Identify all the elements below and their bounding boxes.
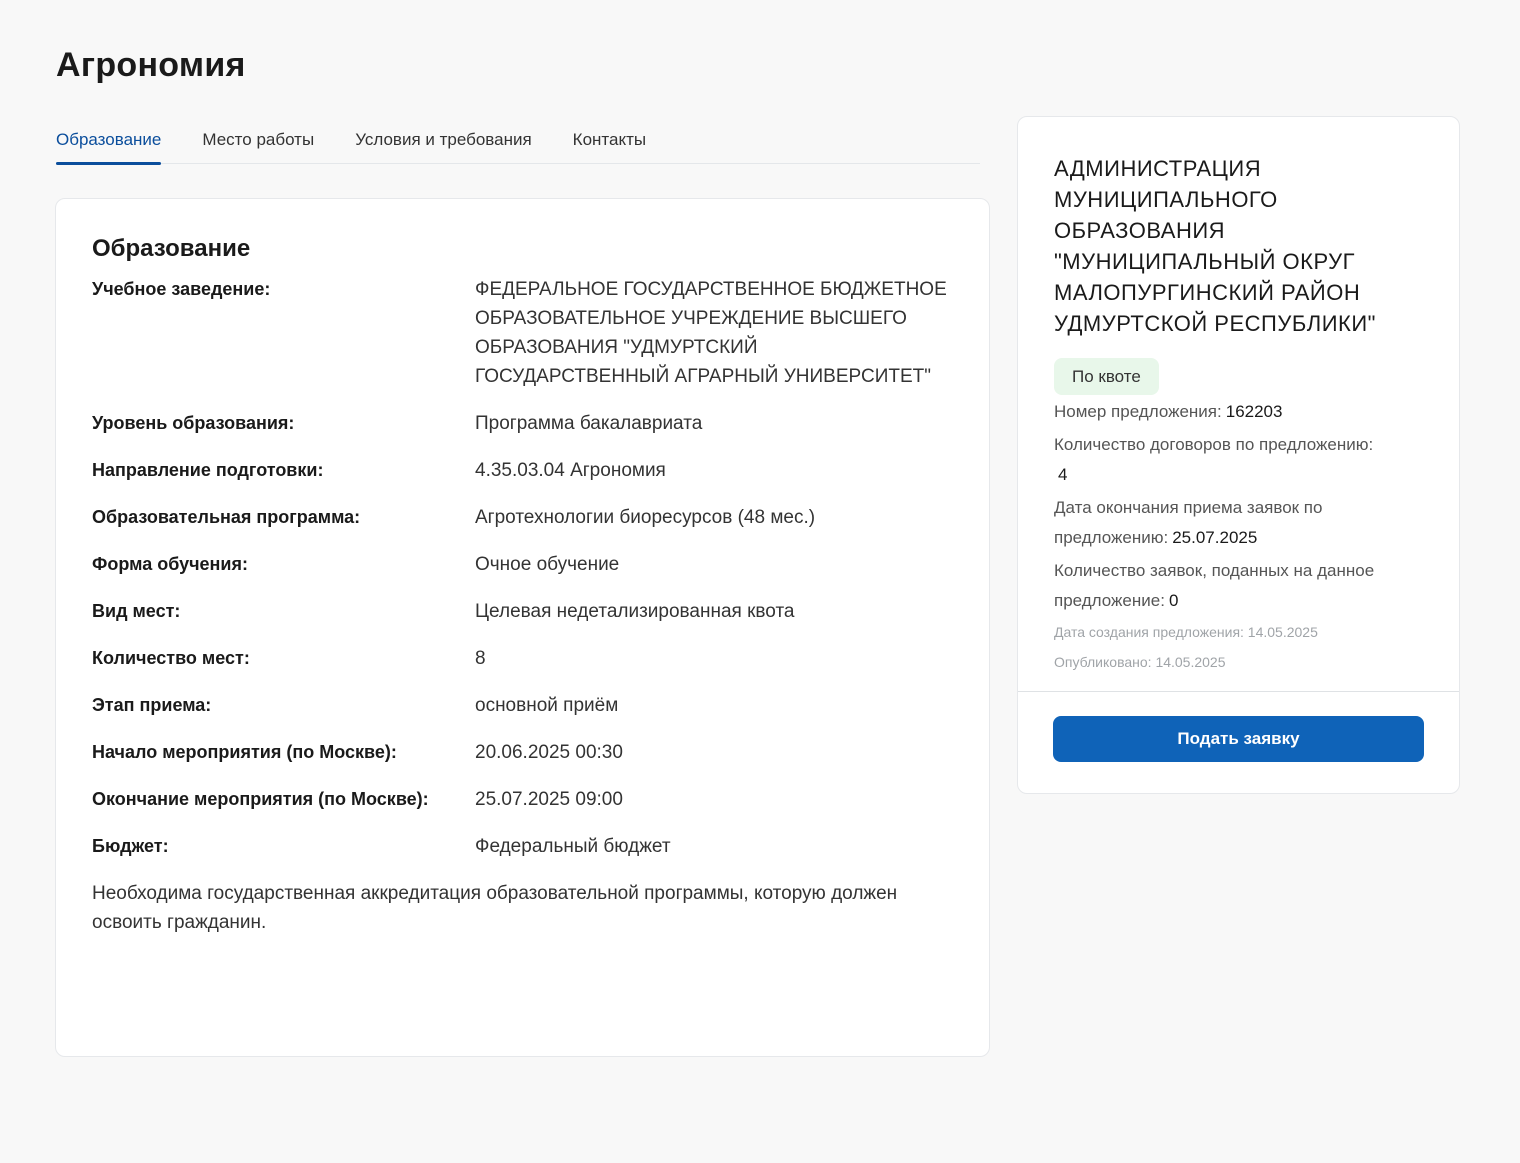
row-label: Уровень образования: [92,413,295,433]
education-card: Образование Учебное заведение: ФЕДЕРАЛЬН… [55,198,990,1057]
row-label: Вид мест: [92,601,181,621]
tab-conditions[interactable]: Условия и требования [355,126,531,164]
row-value: основной приём [475,695,619,716]
organization-name: АДМИНИСТРАЦИЯ МУНИЦИПАЛЬНОГО ОБРАЗОВАНИЯ… [1054,156,1376,336]
row-value: Программа бакалавриата [475,413,703,434]
info-row: Учебное заведение: ФЕДЕРАЛЬНОЕ ГОСУДАРСТ… [92,275,953,391]
row-label: Направление подготовки: [92,460,324,480]
accreditation-note: Необходима государственная аккредитация … [92,883,898,933]
offer-info: Номер предложения: 162203 Количество дого… [1054,397,1434,672]
submit-application-button[interactable]: Подать заявку [1053,716,1424,762]
offer-card: АДМИНИСТРАЦИЯ МУНИЦИПАЛЬНОГО ОБРАЗОВАНИЯ… [1017,116,1460,794]
info-row: Бюджет: Федеральный бюджет [92,832,953,861]
row-value: Федеральный бюджет [475,836,671,857]
info-row: Начало мероприятия (по Москве): 20.06.20… [92,738,953,767]
applications-count: Количество заявок, поданных на данное пр… [1054,556,1434,616]
row-label: Форма обучения: [92,554,248,574]
info-row: Вид мест: Целевая недетализированная кво… [92,597,953,626]
row-value: 4.35.03.04 Агрономия [475,460,666,481]
row-label: Начало мероприятия (по Москве): [92,742,397,762]
row-value: 25.07.2025 09:00 [475,789,623,810]
created-date: Дата создания предложения: 14.05.2025 [1054,624,1318,640]
tab-workplace[interactable]: Место работы [202,126,314,164]
offer-number: Номер предложения: 162203 [1054,397,1434,427]
info-row: Окончание мероприятия (по Москве): 25.07… [92,785,953,814]
row-value: 8 [475,648,486,669]
applications-value: 0 [1168,591,1179,610]
contracts-label: Количество договоров по предложению: [1054,435,1374,454]
row-value: Агротехнологии биоресурсов (48 мес.) [475,507,816,528]
contracts-value: 4 [1058,465,1068,484]
row-value: Очное обучение [475,554,620,575]
deadline-value: 25.07.2025 [1172,528,1258,547]
info-row: Образовательная программа: Агротехнологи… [92,503,953,532]
quota-badge: По квоте [1054,358,1159,395]
tab-contacts[interactable]: Контакты [573,126,646,164]
contracts-count: Количество договоров по предложению: 4 [1054,430,1434,490]
info-row: Количество мест: 8 [92,644,953,673]
row-label: Учебное заведение: [92,279,271,299]
applications-label: Количество заявок, поданных на данное пр… [1054,561,1375,610]
section-title: Образование [92,235,251,262]
tab-education[interactable]: Образование [56,126,162,165]
offer-number-value: 162203 [1225,402,1283,421]
row-label: Этап приема: [92,695,212,715]
divider [1018,691,1459,692]
info-row: Уровень образования: Программа бакалаври… [92,409,953,438]
row-label: Бюджет: [92,836,169,856]
row-label: Окончание мероприятия (по Москве): [92,789,429,809]
row-label: Количество мест: [92,648,250,668]
page-title: Агрономия [56,46,246,84]
offer-number-label: Номер предложения: [1054,402,1222,421]
info-row: Направление подготовки: 4.35.03.04 Агрон… [92,456,953,485]
row-value: ФЕДЕРАЛЬНОЕ ГОСУДАРСТВЕННОЕ БЮДЖЕТНОЕ ОБ… [475,279,947,387]
row-label: Образовательная программа: [92,507,361,527]
info-row: Форма обучения: Очное обучение [92,550,953,579]
row-value: Целевая недетализированная квота [475,601,795,622]
info-row: Этап приема: основной приём [92,691,953,720]
deadline: Дата окончания приема заявок по предложе… [1054,493,1434,553]
tabs: Образование Место работы Условия и требо… [56,126,980,165]
row-value: 20.06.2025 00:30 [475,742,623,763]
published-date: Опубликовано: 14.05.2025 [1054,654,1226,670]
